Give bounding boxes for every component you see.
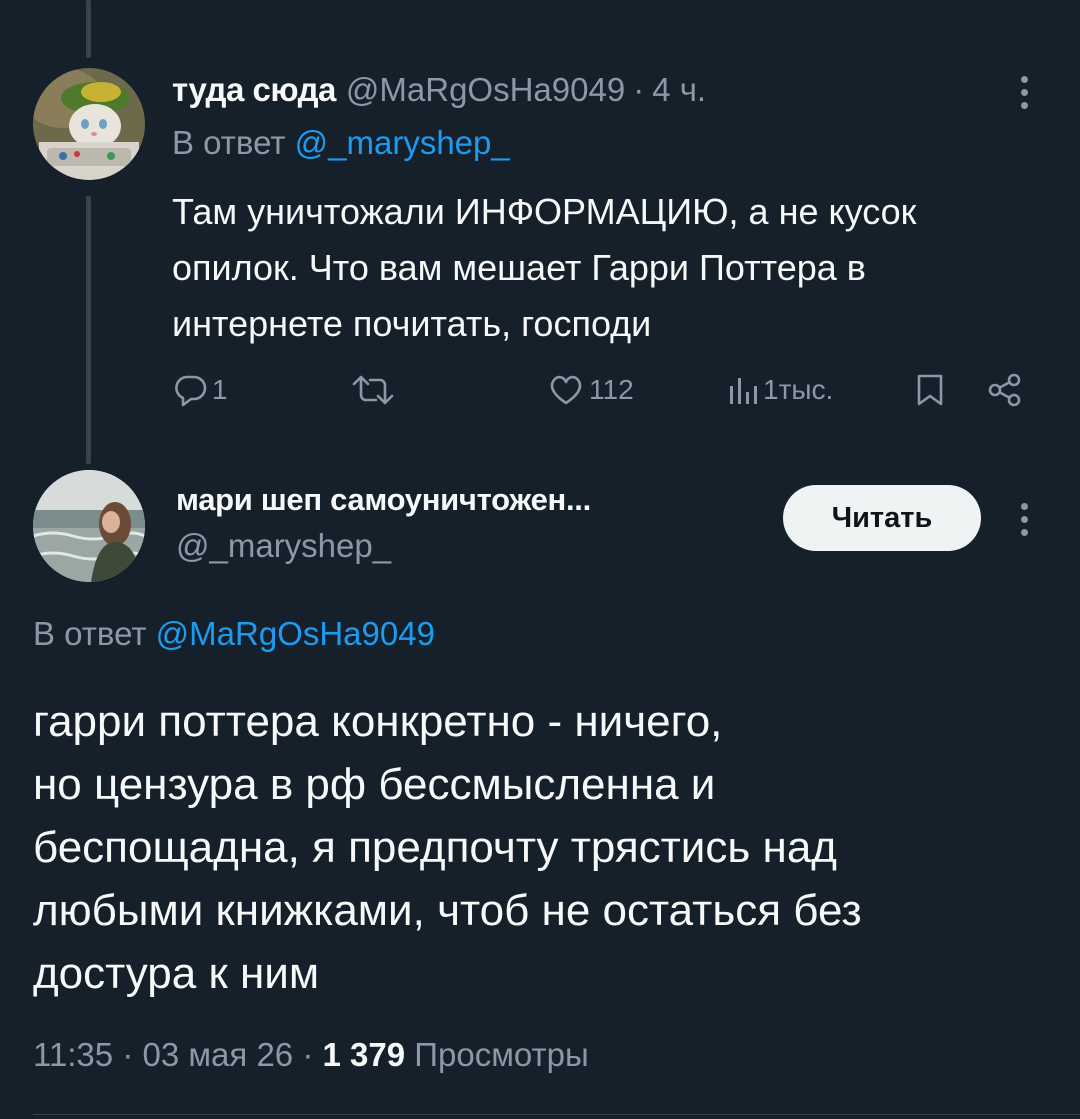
reply-tweet-text: Там уничтожали ИНФОРМАЦИЮ, а не кусок оп…	[172, 191, 917, 344]
reply-icon	[175, 375, 207, 407]
reply-tweet-header: туда сюда @MaRgOsHa9049 · 4 ч.	[172, 68, 706, 112]
reply-button[interactable]: 1	[172, 365, 228, 415]
thread-connector-top	[86, 0, 91, 58]
bookmark-icon	[917, 374, 943, 406]
tweet-thread-page: туда сюда @MaRgOsHa9049 · 4 ч. В ответ @…	[0, 0, 1080, 1119]
reply-count: 1	[212, 374, 228, 405]
share-icon	[988, 373, 1021, 407]
separator-dot: ·	[302, 1036, 314, 1073]
retweet-button[interactable]	[350, 365, 400, 415]
avatar[interactable]	[33, 68, 145, 180]
divider	[33, 1114, 1080, 1115]
tweet-metadata: 11:35 · 03 мая 26 · 1 379 Просмотры	[33, 1036, 589, 1074]
reply-mention-link[interactable]: @_maryshep_	[295, 124, 510, 161]
tweet-time[interactable]: 4 ч.	[652, 71, 706, 109]
reply-mention-link[interactable]: @MaRgOsHa9049	[156, 615, 435, 652]
tweet-action-bar: 1 112 1тыс.	[172, 365, 1032, 415]
bookmark-button[interactable]	[914, 365, 946, 415]
views-chart-icon	[730, 378, 757, 404]
follow-button[interactable]: Читать	[783, 485, 981, 551]
avatar[interactable]	[33, 470, 145, 582]
user-handle[interactable]: @MaRgOsHa9049	[346, 71, 625, 109]
retweet-icon	[352, 375, 394, 405]
tweet-text-line: гарри поттера конкретно - ничего,	[33, 697, 723, 746]
kitten-avatar-image	[33, 68, 145, 180]
display-name[interactable]: туда сюда	[172, 71, 336, 109]
views-count: 1 379	[322, 1036, 406, 1073]
tweet-date[interactable]: 03 мая 26	[142, 1036, 293, 1073]
views-count: 1тыс.	[763, 374, 834, 405]
heart-icon	[550, 375, 582, 405]
more-options-icon[interactable]	[1019, 503, 1029, 536]
like-count: 112	[589, 374, 634, 405]
share-button[interactable]	[986, 365, 1024, 415]
more-options-icon[interactable]	[1019, 76, 1029, 109]
tweet-text-line: любыми книжками, чтоб не остаться без	[33, 886, 862, 935]
tweet-time[interactable]: 11:35	[33, 1036, 113, 1073]
display-name[interactable]: мари шеп самоуничтожен...	[176, 482, 591, 518]
user-handle[interactable]: @_maryshep_	[176, 527, 391, 565]
views-label: Просмотры	[414, 1036, 589, 1073]
separator-dot: ·	[122, 1036, 134, 1073]
separator-dot: ·	[633, 71, 645, 108]
thread-connector-bottom	[86, 196, 91, 464]
reply-prefix: В ответ	[172, 124, 286, 161]
tweet-text-line: беспощадна, я предпочту трястись над	[33, 823, 837, 872]
tweet-text-line: достура к ним	[33, 949, 320, 998]
replying-to: В ответ @MaRgOsHa9049	[33, 615, 435, 653]
main-tweet-text: гарри поттера конкретно - ничего, но цен…	[33, 690, 1033, 1005]
tweet-text-line: но цензура в рф бессмысленна и	[33, 760, 716, 809]
views-button[interactable]: 1тыс.	[727, 365, 833, 415]
previous-tweet-actions-clipped	[914, 0, 938, 1]
seaside-avatar-image	[33, 470, 145, 582]
like-button[interactable]: 112	[547, 365, 634, 415]
replying-to: В ответ @_maryshep_	[172, 124, 510, 162]
reply-prefix: В ответ	[33, 615, 147, 652]
